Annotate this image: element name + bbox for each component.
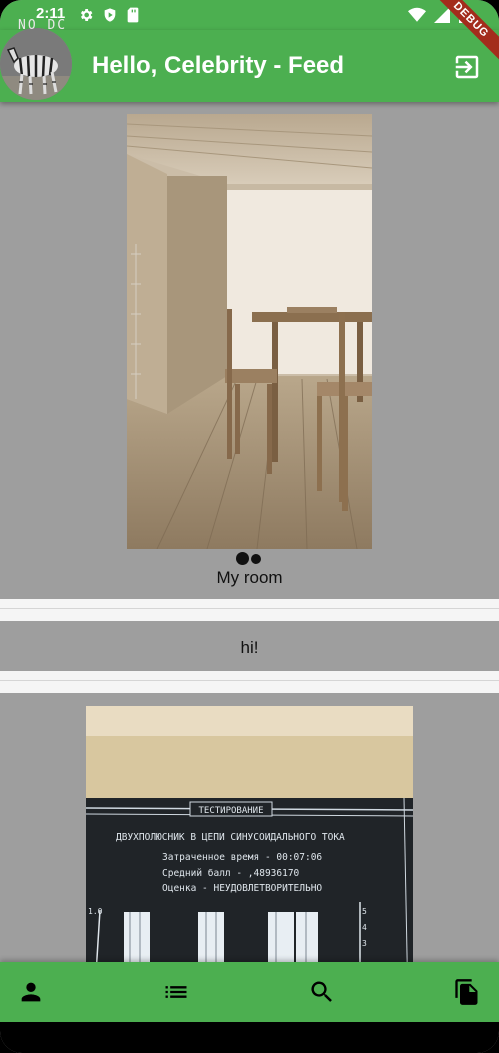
screen-line-3: Оценка - НЕУДОВЛЕТВОРИТЕЛЬНО (162, 883, 322, 894)
status-icons-left (78, 7, 140, 23)
nav-profile-button[interactable] (17, 978, 45, 1006)
post-card-image[interactable]: ТЕСТИРОВАНИЕ ДВУХПОЛЮСНИК В ЦЕПИ СИНУСОИ… (0, 693, 499, 1006)
person-icon (21, 982, 41, 1002)
nav-posts-button[interactable] (453, 978, 481, 1006)
avatar[interactable] (0, 28, 72, 100)
app-title: Hello, Celebrity - Feed (92, 52, 345, 79)
post-separator (0, 671, 499, 693)
wifi-icon (408, 7, 426, 22)
bottom-nav (0, 962, 499, 1022)
signal-icon (434, 7, 450, 23)
logout-icon (455, 55, 479, 79)
separator-line (0, 680, 499, 681)
screen-photo[interactable]: ТЕСТИРОВАНИЕ ДВУХПОЛЮСНИК В ЦЕПИ СИНУСОИ… (86, 706, 413, 1006)
settings-icon (80, 9, 93, 21)
page-indicator[interactable] (236, 552, 261, 565)
post-card-image[interactable]: My room (0, 102, 499, 599)
logout-button[interactable] (452, 52, 482, 82)
shield-icon (104, 8, 116, 22)
search-icon (311, 981, 332, 1002)
screen-line-1: Затраченное время - 00:07:06 (162, 852, 322, 863)
page-dot[interactable] (251, 553, 261, 564)
post-card-text[interactable]: hi! (0, 621, 499, 671)
status-bar: 2:11 (0, 0, 499, 30)
sd-card-icon (127, 7, 139, 23)
post-caption: My room (216, 568, 283, 587)
screen-axis-right-3: 3 (362, 939, 367, 948)
room-photo[interactable] (127, 114, 372, 549)
app-bar: NO DC Hello, Celebrity - Feed (0, 18, 499, 102)
nav-feed-button[interactable] (162, 978, 190, 1006)
copy-icon (455, 979, 478, 1005)
zebra-avatar-image (0, 28, 72, 100)
avatar-label: NO DC (18, 18, 68, 33)
phone-screen: 2:11 NO DC Hello, Celebrity - Feed DEBUG… (0, 0, 499, 1053)
screen-subtitle: ДВУХПОЛЮСНИК В ЦЕПИ СИНУСОИДАЛЬНОГО ТОКА (116, 832, 345, 843)
post-text: hi! (240, 638, 259, 657)
post-separator (0, 599, 499, 621)
page-dot-active[interactable] (236, 552, 249, 565)
screen-axis-right-4: 4 (362, 923, 367, 932)
list-icon (165, 986, 187, 998)
system-gesture-area (0, 1022, 499, 1053)
separator-line (0, 608, 499, 609)
nav-search-button[interactable] (308, 978, 336, 1006)
screen-line-2: Средний балл - ,48936170 (162, 868, 300, 879)
screen-heading: ТЕСТИРОВАНИЕ (198, 806, 263, 816)
screen-axis-right-5: 5 (362, 907, 367, 916)
